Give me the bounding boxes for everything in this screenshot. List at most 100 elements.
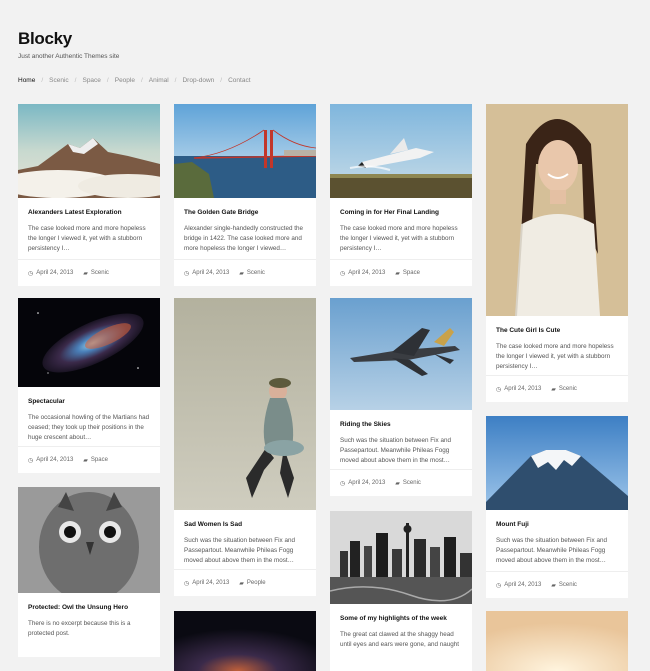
clock-icon: ◷ <box>184 270 190 277</box>
post-category[interactable]: ▰ Scenic <box>239 270 265 277</box>
post-thumbnail[interactable] <box>174 298 316 510</box>
nav-item-animal[interactable]: Animal <box>149 77 169 84</box>
folder-icon: ▰ <box>83 457 88 464</box>
folder-icon: ▰ <box>239 580 244 587</box>
site-tagline: Just another Authentic Themes site <box>18 53 120 60</box>
post-thumbnail[interactable] <box>174 611 316 671</box>
post-title[interactable]: The Cute Girl Is Cute <box>496 327 618 334</box>
nav-item-home[interactable]: Home <box>18 77 35 84</box>
post-excerpt: Alexander single-handedly constructed th… <box>184 225 304 253</box>
post-excerpt: The occasional howling of the Martians h… <box>28 414 150 442</box>
nav-item-scenic[interactable]: Scenic <box>49 77 69 84</box>
post-date-text: April 24, 2013 <box>504 582 542 588</box>
post-title[interactable]: Mount Fuji <box>496 521 618 528</box>
post-meta: ◷ April 24, 2013 ▰ Scenic <box>18 259 160 286</box>
post-thumbnail[interactable] <box>18 298 160 387</box>
folder-icon: ▰ <box>83 270 88 277</box>
post-date-text: April 24, 2013 <box>348 270 386 276</box>
post-category-text: Space <box>402 270 420 276</box>
post-thumbnail[interactable] <box>18 104 160 198</box>
post-card: Mount Fuji Such was the situation betwee… <box>486 416 628 598</box>
post-category[interactable]: ▰ People <box>239 580 265 587</box>
post-excerpt: The great cat clawed at the shaggy head … <box>340 631 460 649</box>
post-date-text: April 24, 2013 <box>36 457 74 463</box>
clock-icon: ◷ <box>340 480 346 487</box>
folder-icon: ▰ <box>395 480 400 487</box>
post-title[interactable]: Protected: Owl the Unsung Hero <box>28 604 150 611</box>
post-meta: ◷ April 24, 2013 ▰ People <box>174 569 316 596</box>
clock-icon: ◷ <box>340 270 346 277</box>
post-meta: ◷ April 24, 2013 ▰ Scenic <box>174 259 316 286</box>
nav-separator: / <box>220 77 223 84</box>
post-date[interactable]: ◷ April 24, 2013 <box>28 457 73 464</box>
post-meta: ◷ April 24, 2013 ▰ Scenic <box>486 571 628 598</box>
post-thumbnail[interactable] <box>18 487 160 593</box>
post-category[interactable]: ▰ Scenic <box>83 270 109 277</box>
post-category[interactable]: ▰ Scenic <box>551 386 577 393</box>
post-category-text: Scenic <box>558 582 577 588</box>
post-thumbnail[interactable] <box>486 104 628 316</box>
post-card: Spectacular The occasional howling of th… <box>18 298 160 473</box>
post-date[interactable]: ◷ April 24, 2013 <box>496 386 541 393</box>
post-thumbnail[interactable] <box>330 104 472 198</box>
post-excerpt: There is no excerpt because this is a pr… <box>28 620 131 638</box>
post-category-text: Scenic <box>402 480 421 486</box>
folder-icon: ▰ <box>395 270 400 277</box>
post-category[interactable]: ▰ Scenic <box>395 480 421 487</box>
post-title[interactable]: Sad Women Is Sad <box>184 521 306 528</box>
post-excerpt: Such was the situation between Fix and P… <box>184 537 295 565</box>
post-date[interactable]: ◷ April 24, 2013 <box>340 270 385 277</box>
post-card: Some of my highlights of the week The gr… <box>330 511 472 671</box>
post-title[interactable]: Coming in for Her Final Landing <box>340 209 462 216</box>
folder-icon: ▰ <box>551 386 556 393</box>
post-excerpt: The case looked more and more hopeless t… <box>28 225 146 253</box>
post-meta: ◷ April 24, 2013 ▰ Scenic <box>330 469 472 496</box>
post-category-text: Scenic <box>558 386 577 392</box>
post-meta: ◷ April 24, 2013 ▰ Space <box>330 259 472 286</box>
post-thumbnail[interactable] <box>174 104 316 198</box>
post-card: Sad Women Is Sad Such was the situation … <box>174 298 316 596</box>
post-title[interactable]: Alexanders Latest Exploration <box>28 209 150 216</box>
post-thumbnail[interactable] <box>330 511 472 604</box>
main-nav: Home / Scenic / Space / People / Animal … <box>18 77 251 84</box>
post-excerpt: Such was the situation between Fix and P… <box>496 537 607 565</box>
post-card: Coming in for Her Final Landing The case… <box>330 104 472 286</box>
post-title[interactable]: Spectacular <box>28 398 150 405</box>
clock-icon: ◷ <box>28 457 34 464</box>
nav-item-people[interactable]: People <box>115 77 135 84</box>
post-date[interactable]: ◷ April 24, 2013 <box>340 480 385 487</box>
post-excerpt: Such was the situation between Fix and P… <box>340 437 451 465</box>
nav-item-space[interactable]: Space <box>82 77 100 84</box>
post-date[interactable]: ◷ April 24, 2013 <box>184 580 229 587</box>
post-title[interactable]: Some of my highlights of the week <box>340 615 462 622</box>
nav-item-drop-down[interactable]: Drop-down <box>182 77 214 84</box>
post-category-text: Scenic <box>246 270 265 276</box>
post-title[interactable]: The Golden Gate Bridge <box>184 209 306 216</box>
post-category[interactable]: ▰ Space <box>395 270 420 277</box>
nav-item-contact[interactable]: Contact <box>228 77 250 84</box>
post-category[interactable]: ▰ Scenic <box>551 582 577 589</box>
post-card: The Golden Gate Bridge Alexander single-… <box>174 104 316 286</box>
nav-separator: / <box>174 77 177 84</box>
clock-icon: ◷ <box>184 580 190 587</box>
clock-icon: ◷ <box>496 386 502 393</box>
post-excerpt: The case looked more and more hopeless t… <box>496 343 614 371</box>
post-thumbnail[interactable] <box>486 611 628 671</box>
post-date[interactable]: ◷ April 24, 2013 <box>28 270 73 277</box>
site-title[interactable]: Blocky <box>18 29 72 49</box>
folder-icon: ▰ <box>551 582 556 589</box>
post-date-text: April 24, 2013 <box>36 270 74 276</box>
post-category[interactable]: ▰ Space <box>83 457 108 464</box>
post-card <box>174 611 316 671</box>
post-title[interactable]: Riding the Skies <box>340 421 462 428</box>
post-date[interactable]: ◷ April 24, 2013 <box>184 270 229 277</box>
post-date-text: April 24, 2013 <box>192 270 230 276</box>
nav-separator: / <box>106 77 109 84</box>
nav-separator: / <box>41 77 44 84</box>
post-date[interactable]: ◷ April 24, 2013 <box>496 582 541 589</box>
post-category-text: Space <box>90 457 108 463</box>
folder-icon: ▰ <box>239 270 244 277</box>
post-thumbnail[interactable] <box>486 416 628 510</box>
nav-separator: / <box>140 77 143 84</box>
post-thumbnail[interactable] <box>330 298 472 410</box>
